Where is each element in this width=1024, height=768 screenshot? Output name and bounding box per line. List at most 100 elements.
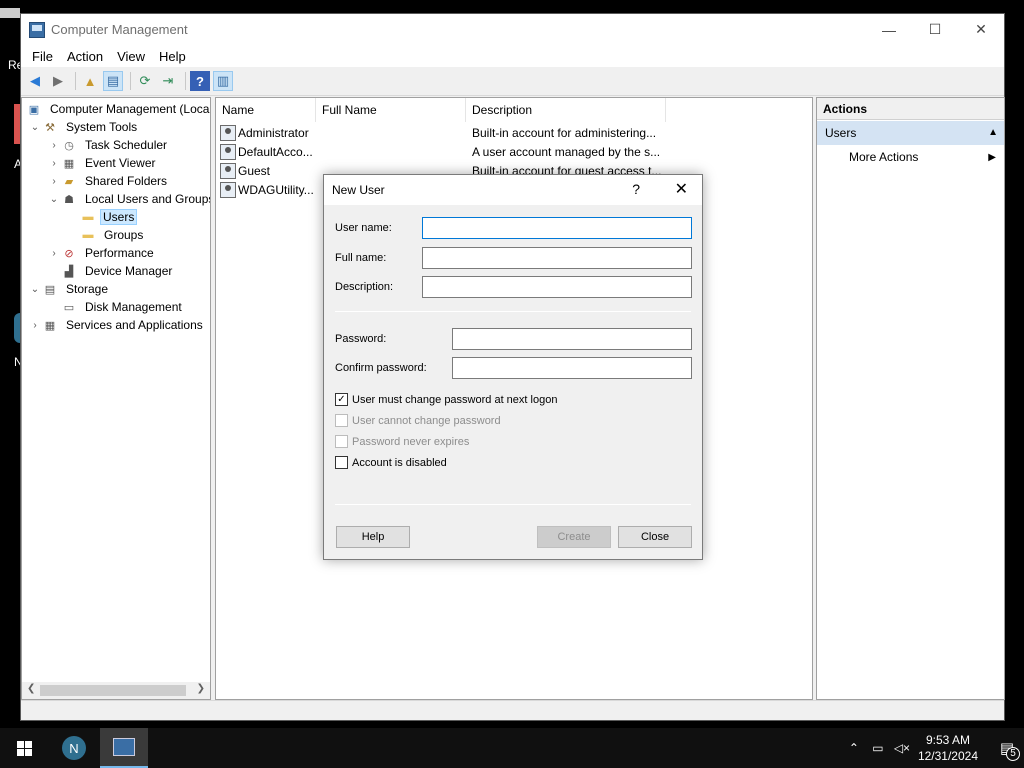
forward-arrow-icon[interactable]: ▶ bbox=[48, 71, 68, 91]
dialog-title-bar[interactable]: New User ? ✕ bbox=[324, 175, 702, 205]
dialog-title: New User bbox=[332, 183, 385, 197]
menu-file[interactable]: File bbox=[25, 49, 60, 64]
description-field[interactable] bbox=[422, 276, 692, 298]
create-button[interactable]: Create bbox=[537, 526, 611, 548]
password-never-expires-checkbox[interactable]: Password never expires bbox=[335, 435, 469, 448]
computer-management-icon bbox=[113, 738, 135, 756]
chevron-up-icon[interactable]: ⌃ bbox=[842, 741, 866, 755]
full-name-field[interactable] bbox=[422, 247, 692, 269]
checkbox-icon[interactable] bbox=[335, 435, 348, 448]
help-button[interactable]: Help bbox=[336, 526, 410, 548]
chevron-right-icon[interactable]: › bbox=[47, 248, 61, 259]
back-arrow-icon[interactable]: ◀ bbox=[25, 71, 45, 91]
tree-item-device-manager[interactable]: ▟ Device Manager bbox=[61, 262, 176, 280]
tools-icon: ⚒ bbox=[45, 121, 55, 134]
up-folder-icon[interactable]: ▲ bbox=[80, 71, 100, 91]
volume-muted-icon[interactable]: ◁× bbox=[890, 741, 914, 755]
password-field[interactable] bbox=[452, 328, 692, 350]
tree-label: Event Viewer bbox=[85, 156, 156, 170]
tree-item-performance[interactable]: › ⊘ Performance bbox=[47, 244, 158, 262]
must-change-password-checkbox[interactable]: ✓ User must change password at next logo… bbox=[335, 393, 557, 406]
show-hide-tree-icon[interactable]: ▤ bbox=[103, 71, 123, 91]
checkbox-label: Account is disabled bbox=[352, 456, 447, 469]
tree-item-root[interactable]: ▣ Computer Management (Local bbox=[26, 100, 210, 118]
confirm-password-field[interactable] bbox=[452, 357, 692, 379]
scrollbar-thumb[interactable] bbox=[40, 685, 186, 696]
user-name: Guest bbox=[238, 163, 271, 178]
column-full-name[interactable]: Full Name bbox=[316, 98, 466, 122]
tree-item-services-apps[interactable]: › ▦ Services and Applications bbox=[28, 316, 207, 334]
tree-item-event-viewer[interactable]: › ▦ Event Viewer bbox=[47, 154, 159, 172]
window-title: Computer Management bbox=[51, 22, 188, 37]
checkbox-checked-icon[interactable]: ✓ bbox=[335, 393, 348, 406]
user-icon bbox=[220, 124, 236, 141]
tree-item-storage[interactable]: ⌄ ▤ Storage bbox=[28, 280, 112, 298]
chevron-right-icon[interactable]: › bbox=[47, 158, 61, 169]
show-hide-action-pane-icon[interactable]: ▥ bbox=[213, 71, 233, 91]
checkbox-icon[interactable] bbox=[335, 456, 348, 469]
refresh-icon[interactable]: ⟳ bbox=[135, 71, 155, 91]
chevron-right-icon[interactable]: › bbox=[47, 176, 61, 187]
more-actions-item[interactable]: More Actions ▶ bbox=[817, 145, 1004, 169]
close-button[interactable]: Close bbox=[618, 526, 692, 548]
close-button[interactable]: ✕ bbox=[958, 14, 1004, 45]
menu-view[interactable]: View bbox=[110, 49, 152, 64]
tree-item-groups[interactable]: ▬ Groups bbox=[80, 226, 147, 244]
tree-item-users[interactable]: ▬ Users bbox=[80, 208, 138, 226]
help-question-icon[interactable]: ? bbox=[632, 181, 640, 197]
taskbar-app-network[interactable]: N bbox=[50, 728, 98, 768]
help-icon[interactable]: ? bbox=[190, 71, 210, 91]
taskbar: N ⌃ ▭ ◁× 9:53 AM 12/31/2024 ▤5 bbox=[0, 728, 1024, 768]
network-icon[interactable]: ▭ bbox=[866, 741, 890, 755]
list-header: Name Full Name Description bbox=[216, 98, 812, 122]
menu-help[interactable]: Help bbox=[152, 49, 193, 64]
storage-icon: ▤ bbox=[44, 283, 56, 296]
scroll-right-icon[interactable]: ❯ bbox=[197, 683, 205, 694]
user-description: A user account managed by the s... bbox=[472, 144, 661, 159]
checkbox-icon[interactable] bbox=[335, 414, 348, 427]
chevron-down-icon[interactable]: ⌄ bbox=[28, 122, 42, 133]
column-description[interactable]: Description bbox=[466, 98, 666, 122]
tree-item-task-scheduler[interactable]: › ◷ Task Scheduler bbox=[47, 136, 171, 154]
tree-label: Task Scheduler bbox=[85, 138, 168, 152]
desktop-icon[interactable] bbox=[0, 8, 20, 18]
tree-item-disk-management[interactable]: ▭ Disk Management bbox=[61, 298, 186, 316]
user-name-field[interactable] bbox=[422, 217, 692, 239]
event-viewer-icon: ▦ bbox=[63, 157, 75, 170]
account-disabled-checkbox[interactable]: Account is disabled bbox=[335, 456, 447, 469]
chevron-right-icon[interactable]: › bbox=[47, 140, 61, 151]
chevron-down-icon[interactable]: ⌄ bbox=[28, 284, 42, 295]
minimize-button[interactable]: — bbox=[866, 14, 912, 45]
tree-item-local-users-groups[interactable]: ⌄ ☗ Local Users and Groups bbox=[47, 190, 210, 208]
toolbar-separator bbox=[75, 72, 76, 90]
toolbar-separator bbox=[130, 72, 131, 90]
horizontal-scrollbar[interactable]: ❮ ❯ bbox=[22, 682, 210, 699]
maximize-button[interactable]: ☐ bbox=[912, 14, 958, 45]
scroll-left-icon[interactable]: ❮ bbox=[27, 683, 35, 694]
table-row[interactable]: DefaultAcco... A user account managed by… bbox=[216, 142, 812, 161]
start-button[interactable] bbox=[0, 728, 48, 768]
network-app-icon: N bbox=[62, 736, 86, 760]
export-list-icon[interactable]: ⇥ bbox=[158, 71, 178, 91]
user-icon bbox=[220, 143, 236, 160]
close-icon[interactable]: ✕ bbox=[675, 179, 688, 199]
cannot-change-password-checkbox[interactable]: User cannot change password bbox=[335, 414, 501, 427]
user-name: WDAGUtility... bbox=[238, 182, 314, 197]
clock[interactable]: 9:53 AM 12/31/2024 bbox=[918, 732, 978, 764]
tree-label: Users bbox=[100, 209, 138, 225]
tree-item-shared-folders[interactable]: › ▰ Shared Folders bbox=[47, 172, 171, 190]
menu-action[interactable]: Action bbox=[60, 49, 110, 64]
chevron-right-icon[interactable]: › bbox=[28, 320, 42, 331]
notifications-icon[interactable]: ▤5 bbox=[990, 739, 1024, 761]
column-name[interactable]: Name bbox=[216, 98, 316, 122]
tree-label: Groups bbox=[104, 228, 144, 242]
dialog-separator bbox=[335, 311, 691, 312]
taskbar-app-computer-management[interactable] bbox=[100, 728, 148, 768]
tree-item-system-tools[interactable]: ⌄ ⚒ System Tools bbox=[28, 118, 141, 136]
chevron-down-icon[interactable]: ⌄ bbox=[47, 194, 61, 205]
collapse-up-icon[interactable]: ▲ bbox=[988, 127, 998, 138]
actions-section-users[interactable]: Users ▲ bbox=[817, 121, 1004, 145]
disk-icon: ▭ bbox=[63, 301, 75, 314]
title-bar[interactable]: Computer Management — ☐ ✕ bbox=[21, 14, 1004, 45]
table-row[interactable]: Administrator Built-in account for admin… bbox=[216, 123, 812, 142]
